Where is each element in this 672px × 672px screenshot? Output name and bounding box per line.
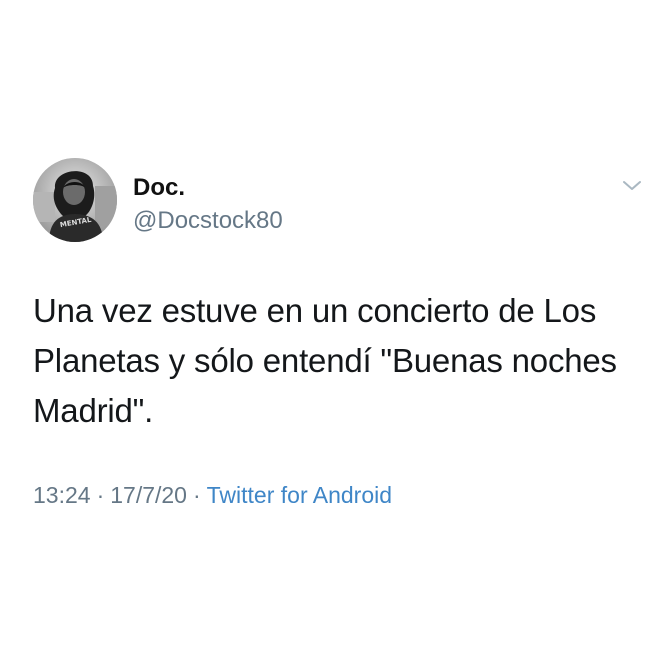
tweet-date[interactable]: 17/7/20	[110, 482, 187, 508]
tweet-source-link[interactable]: Twitter for Android	[207, 482, 392, 508]
meta-separator: ·	[96, 482, 105, 508]
tweet-meta: 13:24 · 17/7/20 · Twitter for Android	[33, 480, 392, 510]
tweet-time[interactable]: 13:24	[33, 482, 91, 508]
avatar-image: MENTAL	[33, 158, 117, 242]
display-name[interactable]: Doc.	[133, 174, 185, 202]
chevron-down-icon[interactable]	[620, 178, 644, 194]
meta-separator: ·	[192, 482, 201, 508]
tweet-card: MENTAL Doc. @Docstock80 Una vez estuve e…	[0, 0, 672, 672]
tweet-text: Una vez estuve en un concierto de Los Pl…	[33, 292, 617, 429]
user-handle[interactable]: @Docstock80	[133, 206, 283, 236]
avatar[interactable]: MENTAL	[33, 158, 117, 242]
